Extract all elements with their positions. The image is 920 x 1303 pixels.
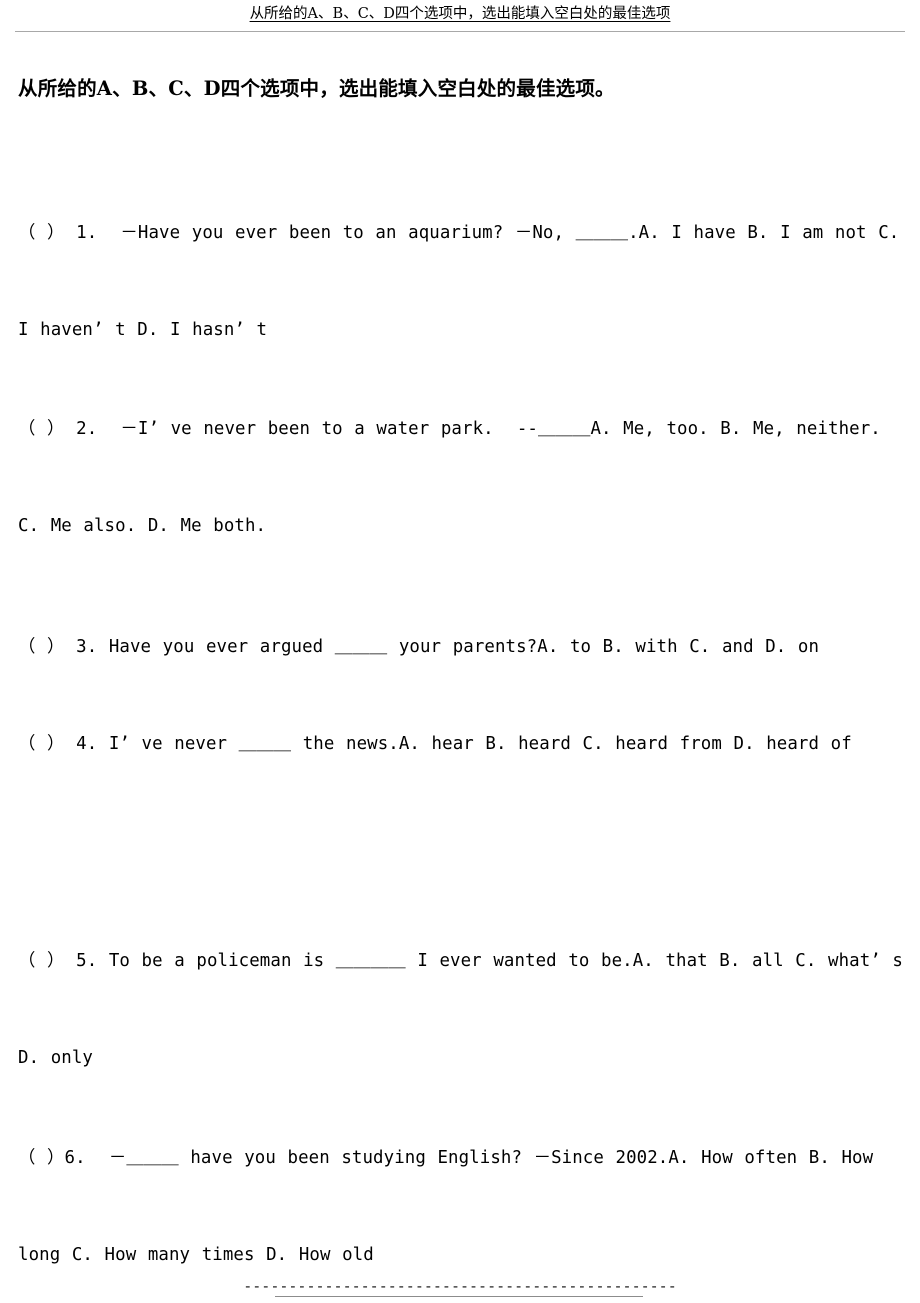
page-header: 从所给的A、B、C、D四个选项中，选出能填入空白处的最佳选项: [0, 0, 920, 33]
footer-divider: [275, 1296, 643, 1297]
footer-separator: ----------------------------------------…: [243, 1278, 677, 1294]
question-item: （ ） 5. To be a policeman is ＿＿＿＿ I ever …: [18, 951, 915, 1068]
header-divider: [15, 31, 905, 32]
question-item: （ ）6. －＿＿＿ have you been studying Englis…: [18, 1148, 885, 1265]
header-title: 从所给的A、B、C、D四个选项中，选出能填入空白处的最佳选项: [249, 6, 671, 22]
instruction-line: 从所给的A、B、C、D四个选项中，选出能填入空白处的最佳选项。: [18, 77, 615, 100]
question-item: （ ） 3. Have you ever argued ＿＿＿ your par…: [18, 637, 820, 657]
question-item: （ ） 2. －I’ ve never been to a water park…: [18, 419, 893, 536]
question-item: （ ） 1. －Have you ever been to an aquariu…: [18, 223, 911, 340]
question-item: （ ） 4. I’ ve never ＿＿＿ the news.A. hear …: [18, 734, 852, 754]
